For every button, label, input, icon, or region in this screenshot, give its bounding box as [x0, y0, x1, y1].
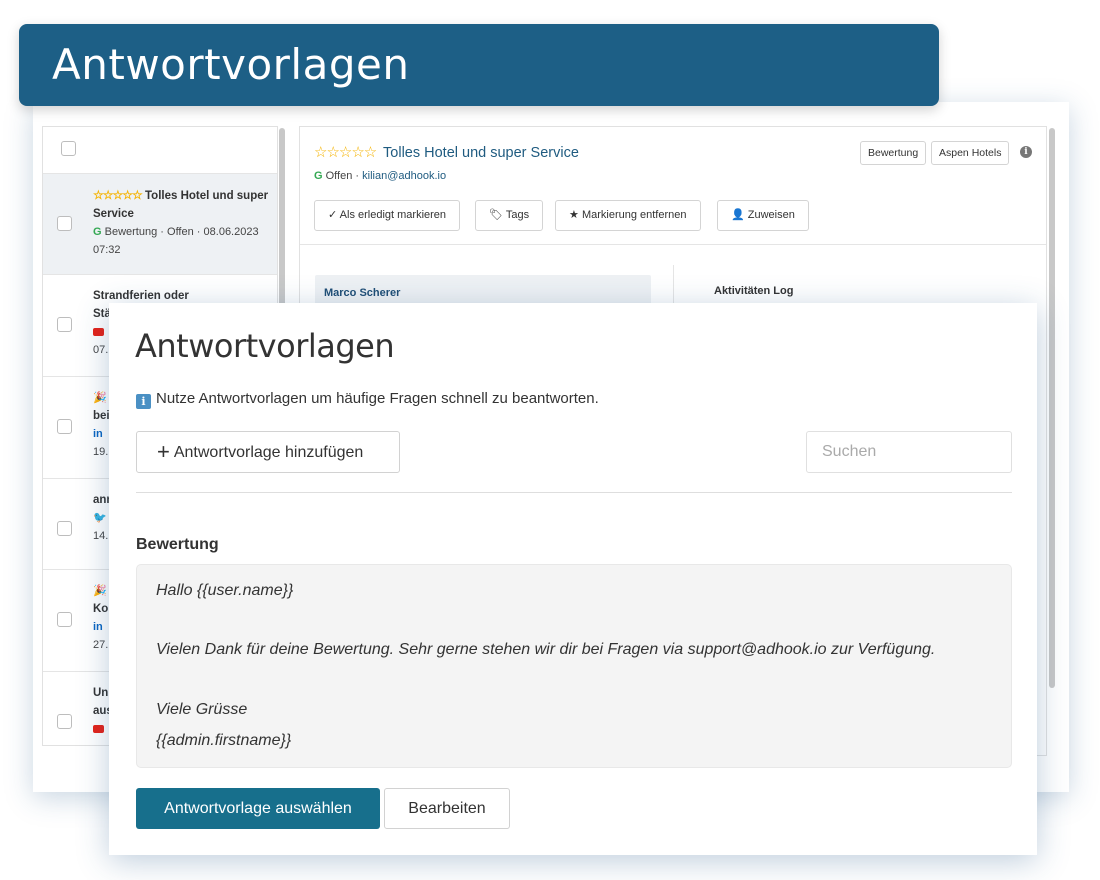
star-icon: ★ — [569, 209, 579, 221]
assign-button[interactable]: 👤 Zuweisen — [717, 200, 809, 231]
template-line: Hallo {{user.name}} — [156, 582, 294, 599]
info-icon: i — [136, 394, 151, 409]
rating-stars-icon: ☆☆☆☆☆ — [93, 188, 143, 202]
detail-title: Tolles Hotel und super Service — [383, 145, 579, 161]
party-icon: 🎉 — [93, 585, 107, 597]
banner-title: Antwortvorlagen — [52, 40, 410, 89]
youtube-icon — [93, 328, 104, 337]
modal-info-text: Nutze Antwortvorlagen um häufige Fragen … — [156, 390, 599, 407]
item-status: Offen — [167, 226, 194, 238]
account-chip[interactable]: Aspen Hotels — [931, 141, 1010, 165]
template-preview[interactable]: Hallo {{user.name}} Vielen Dank für dein… — [136, 564, 1012, 768]
party-icon: 🎉 — [93, 392, 107, 404]
plus-icon: + — [157, 439, 170, 464]
check-icon: ✓ — [328, 209, 338, 221]
user-icon: 👤 — [731, 209, 745, 221]
activity-log-title: Aktivitäten Log — [714, 285, 794, 297]
google-icon: G — [314, 170, 323, 182]
twitter-icon: 🐦 — [93, 512, 107, 524]
type-chip[interactable]: Bewertung — [860, 141, 927, 165]
list-item[interactable]: ☆☆☆☆☆ Tolles Hotel und super Service G B… — [43, 174, 277, 275]
item-checkbox[interactable] — [57, 612, 72, 627]
detail-scrollbar[interactable] — [1049, 128, 1057, 744]
item-checkbox[interactable] — [57, 419, 72, 434]
mark-done-button[interactable]: ✓ Als erledigt markieren — [314, 200, 461, 231]
detail-status: Offen — [325, 170, 353, 182]
modal-title: Antwortvorlagen — [135, 327, 395, 365]
select-template-button[interactable]: Antwortvorlage auswählen — [136, 788, 380, 829]
rating-stars-icon: ☆☆☆☆☆ — [314, 144, 377, 161]
select-all-checkbox[interactable] — [61, 141, 76, 156]
template-line: {{admin.firstname}} — [156, 732, 292, 749]
linkedin-icon: in — [93, 428, 103, 440]
template-line: Viele Grüsse — [156, 701, 248, 718]
item-checkbox[interactable] — [57, 216, 72, 231]
info-icon[interactable]: i — [1020, 146, 1032, 158]
list-header — [43, 127, 277, 174]
linkedin-icon: in — [93, 621, 103, 633]
item-checkbox[interactable] — [57, 521, 72, 536]
template-category: Bewertung — [136, 536, 219, 553]
detail-email[interactable]: kilian@adhook.io — [362, 170, 446, 182]
item-source: Bewertung — [104, 226, 158, 238]
add-template-button[interactable]: + Antwortvorlage hinzufügen — [136, 431, 400, 473]
search-input[interactable] — [806, 431, 1012, 473]
edit-template-button[interactable]: Bearbeiten — [384, 788, 510, 829]
item-checkbox[interactable] — [57, 714, 72, 729]
templates-modal: Antwortvorlagen i Nutze Antwortvorlagen u… — [109, 303, 1037, 855]
item-date: 08.06.2023 — [203, 226, 259, 238]
template-line: Vielen Dank für deine Bewertung. Sehr ge… — [156, 641, 936, 658]
header-banner: Antwortvorlagen — [19, 24, 939, 106]
tag-icon: 🏷 — [489, 209, 503, 221]
item-time: 07:32 — [93, 244, 121, 256]
item-checkbox[interactable] — [57, 317, 72, 332]
youtube-icon — [93, 725, 104, 734]
tags-button[interactable]: 🏷 Tags — [475, 200, 544, 231]
google-icon: G — [93, 226, 102, 238]
remove-mark-button[interactable]: ★ Markierung entfernen — [555, 200, 701, 231]
message-author: Marco Scherer — [324, 287, 401, 299]
